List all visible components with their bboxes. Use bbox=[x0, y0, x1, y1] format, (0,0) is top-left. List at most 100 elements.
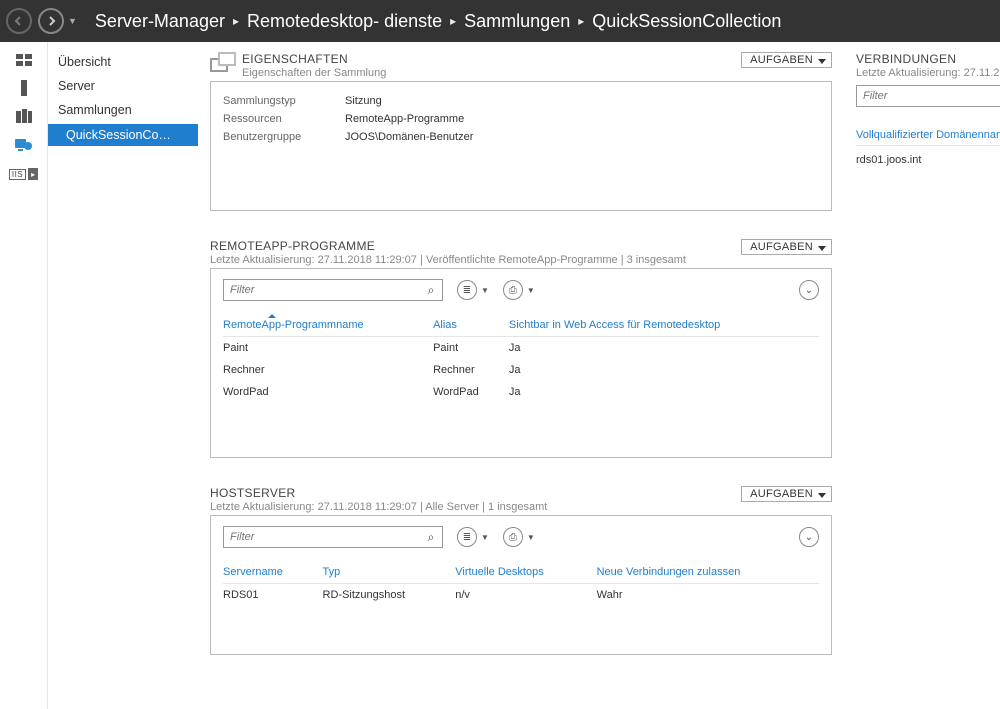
toolbar: ⌕ ≣ ▼ ⎙ ▼ ⌄ bbox=[223, 526, 819, 548]
property-row: SammlungstypSitzung bbox=[223, 92, 819, 110]
cell: RDS01 bbox=[223, 584, 323, 607]
nav-item-quicksessioncollection[interactable]: QuickSessionCo… bbox=[48, 124, 198, 146]
property-key: Ressourcen bbox=[223, 113, 345, 125]
tasks-dropdown[interactable]: AUFGABEN bbox=[741, 486, 832, 502]
property-row: RessourcenRemoteApp-Programme bbox=[223, 110, 819, 128]
panel-remoteapp: REMOTEAPP-PROGRAMME Letzte Aktualisierun… bbox=[210, 239, 832, 458]
property-value: RemoteApp-Programme bbox=[345, 113, 464, 125]
cell: Ja bbox=[509, 359, 819, 381]
cell: WordPad bbox=[223, 381, 433, 403]
breadcrumb-item[interactable]: QuickSessionCollection bbox=[592, 11, 781, 32]
panel-subtitle: Letzte Aktualisierung: 27.11.2018 11:29:… bbox=[210, 254, 741, 266]
chevron-down-icon[interactable]: ▼ bbox=[481, 286, 489, 295]
save-button[interactable]: ⎙ bbox=[503, 527, 523, 547]
col-neue-verbindungen[interactable]: Neue Verbindungen zulassen bbox=[597, 562, 819, 584]
connection-row[interactable]: rds01.joos.int bbox=[856, 146, 1000, 174]
filter-input[interactable] bbox=[857, 90, 1000, 102]
filter-input[interactable] bbox=[224, 531, 420, 543]
remoteapp-table: RemoteApp-Programmname Alias Sichtbar in… bbox=[223, 315, 819, 403]
cell: RD-Sitzungshost bbox=[323, 584, 456, 607]
col-domainname[interactable]: Vollqualifizierter Domänennam bbox=[856, 123, 1000, 146]
panel-title: HOSTSERVER bbox=[210, 486, 741, 500]
property-key: Sammlungstyp bbox=[223, 95, 345, 107]
iis-nav-item[interactable]: IIS ▸ bbox=[9, 168, 38, 180]
nav-item-uebersicht[interactable]: Übersicht bbox=[48, 50, 198, 74]
chevron-down-icon[interactable]: ▼ bbox=[481, 533, 489, 542]
expand-button[interactable]: ⌄ bbox=[799, 280, 819, 300]
main-content: EIGENSCHAFTEN Eigenschaften der Sammlung… bbox=[198, 42, 848, 709]
property-value: Sitzung bbox=[345, 95, 382, 107]
table-row[interactable]: RDS01RD-Sitzungshostn/vWahr bbox=[223, 584, 819, 607]
iis-label: IIS bbox=[9, 169, 26, 180]
nav-history-dropdown[interactable]: ▼ bbox=[68, 16, 77, 26]
cell: WordPad bbox=[433, 381, 509, 403]
panel-verbindungen: VERBINDUNGEN Letzte Aktualisierung: 27.1… bbox=[848, 42, 1000, 709]
panel-title: VERBINDUNGEN bbox=[856, 52, 1000, 66]
col-sichtbar[interactable]: Sichtbar in Web Access für Remotedesktop bbox=[509, 315, 819, 337]
titlebar: ▼ Server-Manager ▸ Remotedesktop- dienst… bbox=[0, 0, 1000, 42]
chevron-right-icon: ▸ bbox=[233, 14, 239, 28]
chevron-right-icon: ▸ bbox=[578, 14, 584, 28]
servers-icon[interactable] bbox=[14, 108, 34, 124]
collection-icon bbox=[210, 52, 242, 78]
search-icon[interactable]: ⌕ bbox=[420, 283, 442, 298]
table-row[interactable]: RechnerRechnerJa bbox=[223, 359, 819, 381]
filter-field[interactable]: ⌕ bbox=[223, 279, 443, 301]
views-button[interactable]: ≣ bbox=[457, 280, 477, 300]
panel-subtitle: Eigenschaften der Sammlung bbox=[242, 67, 741, 79]
table-row[interactable]: PaintPaintJa bbox=[223, 337, 819, 360]
property-row: BenutzergruppeJOOS\Domänen-Benutzer bbox=[223, 128, 819, 146]
panel-subtitle: Letzte Aktualisierung: 27.11.2018 bbox=[856, 67, 1000, 79]
col-alias[interactable]: Alias bbox=[433, 315, 509, 337]
tasks-dropdown[interactable]: AUFGABEN bbox=[741, 239, 832, 255]
remote-desktop-icon[interactable] bbox=[14, 136, 34, 152]
dashboard-icon[interactable] bbox=[14, 52, 34, 68]
chevron-right-icon: ▸ bbox=[450, 14, 456, 28]
breadcrumb: Server-Manager ▸ Remotedesktop- dienste … bbox=[95, 11, 781, 32]
cell: Paint bbox=[223, 337, 433, 360]
cell: Rechner bbox=[433, 359, 509, 381]
panel-body: ⌕ ≣ ▼ ⎙ ▼ ⌄ RemoteApp-Programmname Alias S… bbox=[210, 268, 832, 458]
panel-title: EIGENSCHAFTEN bbox=[242, 52, 741, 66]
nav-back-button[interactable] bbox=[6, 8, 32, 34]
panel-title: REMOTEAPP-PROGRAMME bbox=[210, 239, 741, 253]
search-icon[interactable]: ⌕ bbox=[420, 530, 442, 545]
property-value: JOOS\Domänen-Benutzer bbox=[345, 131, 473, 143]
chevron-down-icon[interactable]: ▼ bbox=[527, 533, 535, 542]
panel-hostserver: HOSTSERVER Letzte Aktualisierung: 27.11.… bbox=[210, 486, 832, 655]
panel-subtitle: Letzte Aktualisierung: 27.11.2018 11:29:… bbox=[210, 501, 741, 513]
filter-field[interactable] bbox=[856, 85, 1000, 107]
expand-button[interactable]: ⌄ bbox=[799, 527, 819, 547]
tasks-dropdown[interactable]: AUFGABEN bbox=[741, 52, 832, 68]
cell: Rechner bbox=[223, 359, 433, 381]
save-button[interactable]: ⎙ bbox=[503, 280, 523, 300]
cell: n/v bbox=[455, 584, 596, 607]
col-servername[interactable]: Servername bbox=[223, 562, 323, 584]
nav-item-server[interactable]: Server bbox=[48, 74, 198, 98]
panel-eigenschaften: EIGENSCHAFTEN Eigenschaften der Sammlung… bbox=[210, 52, 832, 211]
views-button[interactable]: ≣ bbox=[457, 527, 477, 547]
col-typ[interactable]: Typ bbox=[323, 562, 456, 584]
nav-item-sammlungen[interactable]: Sammlungen bbox=[48, 98, 198, 122]
iconbar: IIS ▸ bbox=[0, 42, 48, 709]
panel-body: SammlungstypSitzung RessourcenRemoteApp-… bbox=[210, 81, 832, 211]
nav-pane: Übersicht Server Sammlungen QuickSession… bbox=[48, 42, 198, 709]
col-programmname[interactable]: RemoteApp-Programmname bbox=[223, 315, 433, 337]
col-virtuelle-desktops[interactable]: Virtuelle Desktops bbox=[455, 562, 596, 584]
nav-forward-button[interactable] bbox=[38, 8, 64, 34]
cell: Ja bbox=[509, 337, 819, 360]
filter-input[interactable] bbox=[224, 284, 420, 296]
breadcrumb-item[interactable]: Server-Manager bbox=[95, 11, 225, 32]
property-key: Benutzergruppe bbox=[223, 131, 345, 143]
panel-body: ⌕ ≣ ▼ ⎙ ▼ ⌄ Servername Typ Virtuelle Deskt… bbox=[210, 515, 832, 655]
breadcrumb-item[interactable]: Remotedesktop- dienste bbox=[247, 11, 442, 32]
chevron-down-icon[interactable]: ▼ bbox=[527, 286, 535, 295]
filter-field[interactable]: ⌕ bbox=[223, 526, 443, 548]
cell: Paint bbox=[433, 337, 509, 360]
cell: Ja bbox=[509, 381, 819, 403]
server-icon[interactable] bbox=[14, 80, 34, 96]
table-row[interactable]: WordPadWordPadJa bbox=[223, 381, 819, 403]
expand-arrow-icon[interactable]: ▸ bbox=[28, 168, 38, 180]
hostserver-table: Servername Typ Virtuelle Desktops Neue V… bbox=[223, 562, 819, 606]
breadcrumb-item[interactable]: Sammlungen bbox=[464, 11, 570, 32]
